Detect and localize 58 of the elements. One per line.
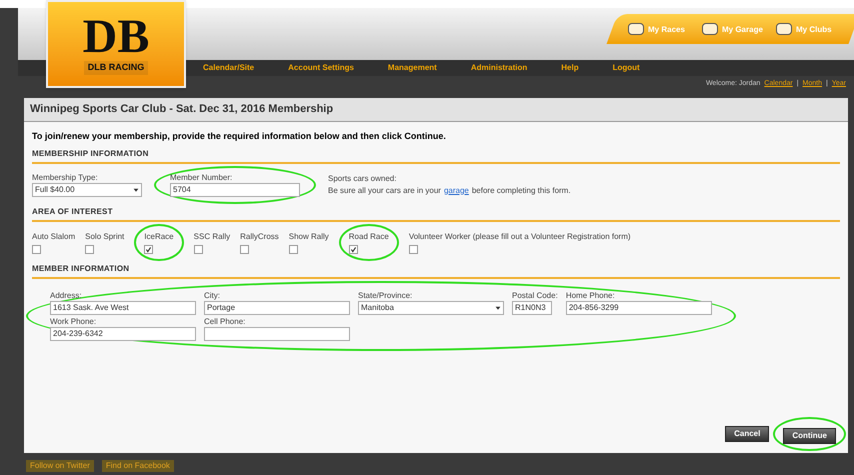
field-label: Cell Phone: [204, 316, 246, 326]
field-label: Membership Type: [32, 172, 99, 182]
checkbox[interactable] [288, 244, 298, 254]
checkbox[interactable] [408, 244, 418, 254]
nav-link[interactable]: Management [388, 62, 437, 74]
field-label: City: [204, 290, 221, 300]
checkbox[interactable] [348, 244, 358, 254]
input-field[interactable]: Portage [204, 300, 350, 314]
input-field[interactable]: 5704 [170, 182, 300, 196]
menu-item-icon [776, 23, 792, 35]
menu-item-icon [702, 23, 718, 35]
dropdown[interactable]: Manitoba [358, 300, 504, 314]
checkbox[interactable] [32, 244, 41, 254]
checkbox-label: Solo Sprint [85, 230, 124, 242]
field-label: Work Phone: [50, 316, 98, 326]
checkbox-label: Show Rally [288, 230, 329, 242]
section-heading: MEMBER INFORMATION [32, 262, 840, 278]
nav-link[interactable]: Calendar/Site [203, 62, 254, 74]
input-field[interactable]: 204-856-3299 [566, 300, 712, 314]
field-label: Postal Code: [512, 290, 558, 300]
logo: DB DLB RACING [46, 0, 186, 88]
instructions-text: To join/renew your membership, provide the required information below and then click Continue. [32, 130, 447, 143]
form-button[interactable]: Cancel [725, 426, 770, 442]
checkmark-icon [145, 246, 152, 252]
checkbox-label: RallyCross [240, 230, 279, 242]
dropdown[interactable]: Full $40.00 [32, 182, 142, 196]
section-heading: AREA OF INTEREST [32, 206, 840, 222]
field-label: Sports cars owned: [328, 172, 398, 184]
checkmark-icon [350, 246, 357, 252]
input-field[interactable]: 204-239-6342 [50, 326, 196, 340]
nav-link[interactable]: Account Settings [288, 62, 354, 74]
nav-link[interactable]: Administration [470, 62, 528, 74]
input-field[interactable] [204, 326, 350, 340]
dropdown-arrow-icon [133, 186, 139, 192]
checkbox[interactable] [144, 244, 154, 254]
form-button[interactable]: Continue [783, 428, 836, 444]
checkbox-label: Volunteer Worker (please fill out a Volunteer Registration form) [408, 230, 631, 242]
help-text: Be sure all your cars are in your [328, 184, 441, 196]
checkbox[interactable] [240, 244, 250, 254]
checkbox[interactable] [85, 244, 94, 254]
input-field[interactable]: 1613 Sask. Ave West [50, 300, 196, 314]
menu-item-icon [628, 23, 644, 35]
dropdown-arrow-icon [495, 304, 501, 310]
nav-link[interactable]: Help [561, 62, 579, 74]
nav-link[interactable]: Logout [612, 62, 640, 74]
checkbox-label: SSC Rally [194, 230, 230, 242]
checkbox-label: Road Race [348, 230, 389, 242]
field-label: Address: [50, 290, 83, 300]
field-label: Member Number: [170, 172, 234, 182]
field-label: State/Province: [358, 290, 414, 300]
checkbox-label: IceRace [144, 230, 174, 242]
help-text: before completing this form. [472, 184, 571, 196]
field-label: Home Phone: [566, 290, 616, 300]
input-field[interactable]: R1N0N3 [512, 300, 552, 314]
checkbox-label: Auto Slalom [32, 230, 76, 242]
section-heading: MEMBERSHIP INFORMATION [32, 148, 840, 164]
checkbox[interactable] [194, 244, 203, 254]
garage-link[interactable]: garage [444, 184, 469, 196]
